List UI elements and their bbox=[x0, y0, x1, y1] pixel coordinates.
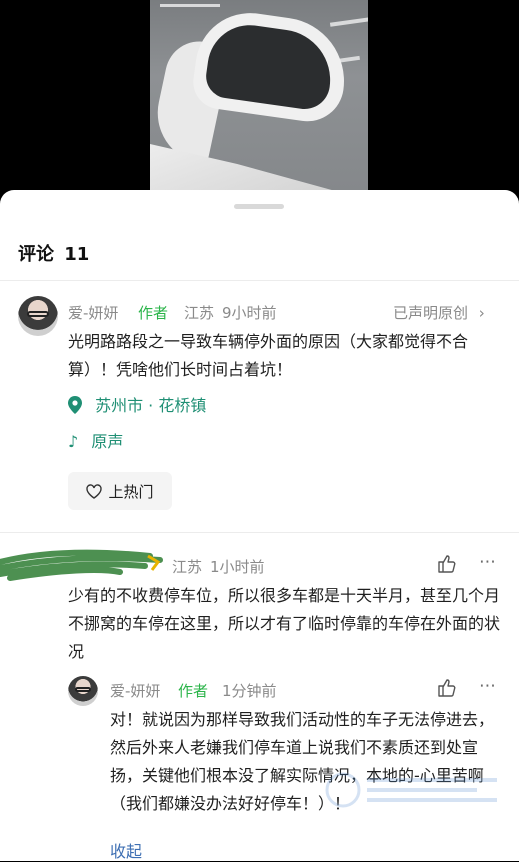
comment-region: 江苏 bbox=[172, 558, 203, 576]
comments-label: 评论 bbox=[18, 244, 54, 265]
more-options-icon[interactable]: ⋯ bbox=[479, 552, 496, 572]
collapse-link[interactable]: 收起 bbox=[110, 838, 142, 862]
sheet-drag-handle[interactable] bbox=[234, 204, 284, 209]
declared-original-label: 已声明原创 bbox=[393, 304, 469, 322]
chevron-right-icon: › bbox=[478, 304, 485, 322]
reply-author-tag: 作者 bbox=[178, 682, 209, 700]
post-region: 江苏 bbox=[184, 304, 215, 322]
thumbs-up-icon[interactable] bbox=[437, 678, 457, 698]
post-time: 9小时前 bbox=[222, 304, 277, 322]
comment-time: 1小时前 bbox=[210, 558, 265, 576]
reply-avatar[interactable] bbox=[68, 676, 98, 706]
location-pin-icon bbox=[68, 396, 82, 414]
reply-time: 1分钟前 bbox=[222, 682, 277, 700]
more-options-icon[interactable]: ⋯ bbox=[479, 676, 496, 696]
comment-sheet: 评论 11 爱-妍妍 作者 江苏 9小时前 已声明原创 › 光明路路段之一导致车… bbox=[0, 190, 519, 861]
video-player[interactable] bbox=[0, 0, 519, 200]
heart-icon bbox=[86, 483, 103, 499]
divider bbox=[0, 532, 519, 533]
reply-username[interactable]: 爱-妍妍 bbox=[110, 680, 160, 701]
boost-hot-label: 上热门 bbox=[108, 482, 154, 501]
comments-title: 评论 11 bbox=[18, 240, 89, 266]
declared-original-link[interactable]: 已声明原创 › bbox=[393, 302, 485, 323]
post-username[interactable]: 爱-妍妍 bbox=[68, 302, 118, 323]
audio-label: 原声 bbox=[91, 432, 124, 451]
location-link[interactable]: 苏州市 · 花桥镇 bbox=[68, 392, 206, 416]
post-text: 光明路路段之一导致车辆停外面的原因（大家都觉得不合算）！凭啥他们长时间占着坑！ bbox=[68, 332, 469, 379]
original-audio-link[interactable]: ♪ 原声 bbox=[68, 428, 123, 452]
redaction-scribble bbox=[0, 549, 163, 581]
divider bbox=[0, 280, 519, 281]
thumbs-up-icon[interactable] bbox=[437, 554, 457, 574]
post-author-tag: 作者 bbox=[138, 304, 169, 322]
boost-hot-button[interactable]: 上热门 bbox=[68, 472, 172, 510]
music-note-icon: ♪ bbox=[68, 432, 79, 451]
comments-count: 11 bbox=[64, 244, 90, 265]
location-label: 苏州市 · 花桥镇 bbox=[95, 396, 207, 415]
author-avatar[interactable] bbox=[18, 296, 58, 336]
comment-text: 少有的不收费停车位，所以很多车都是十天半月，甚至几个月不挪窝的车停在这里，所以才… bbox=[68, 586, 501, 661]
watermark-logo bbox=[325, 772, 497, 808]
